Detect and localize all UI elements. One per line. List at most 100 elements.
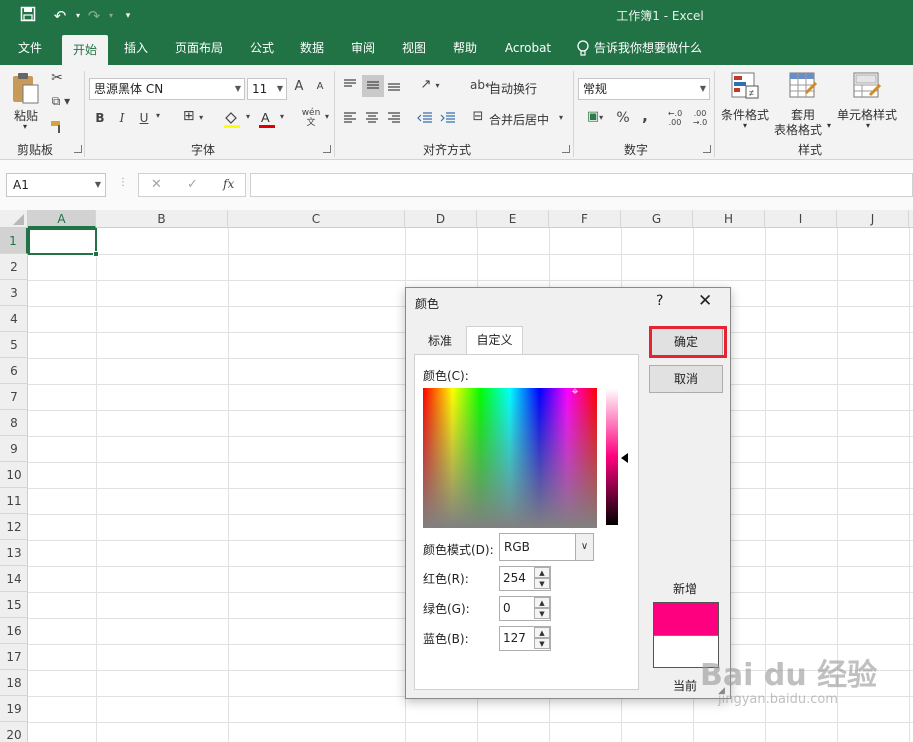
shrink-font-icon[interactable]: A xyxy=(314,81,326,92)
tab-help[interactable]: 帮助 xyxy=(445,33,485,65)
row-header[interactable]: 8 xyxy=(0,410,28,436)
color-spectrum[interactable] xyxy=(423,388,597,528)
row-header[interactable]: 20 xyxy=(0,722,28,742)
paste-icon[interactable] xyxy=(10,71,40,105)
spin-down-icon[interactable]: ▼ xyxy=(534,578,550,589)
number-format-combo[interactable]: 常规 ▼ xyxy=(578,78,710,100)
column-header[interactable]: I xyxy=(765,210,837,228)
column-header[interactable]: D xyxy=(405,210,477,228)
clipboard-launcher-icon[interactable] xyxy=(74,145,82,153)
paste-dropdown-icon[interactable]: ▾ xyxy=(20,122,30,131)
blue-spinner[interactable]: ▲ ▼ xyxy=(534,627,550,650)
grow-font-icon[interactable]: A xyxy=(292,79,306,94)
italic-button[interactable]: I xyxy=(116,111,128,125)
select-all-button[interactable] xyxy=(0,210,28,228)
enter-formula-icon[interactable]: ✓ xyxy=(187,177,198,192)
column-header[interactable]: C xyxy=(228,210,405,228)
underline-dropdown-icon[interactable]: ▾ xyxy=(153,111,163,120)
cancel-formula-icon[interactable]: ✕ xyxy=(151,177,162,192)
row-header[interactable]: 5 xyxy=(0,332,28,358)
font-color-dropdown-icon[interactable]: ▾ xyxy=(277,112,287,121)
row-header[interactable]: 6 xyxy=(0,358,28,384)
underline-button[interactable]: U xyxy=(138,111,150,125)
font-color-icon[interactable]: A xyxy=(257,109,277,129)
merge-center-button[interactable]: 合并后居中 xyxy=(489,111,551,128)
row-header[interactable]: 10 xyxy=(0,462,28,488)
spin-up-icon[interactable]: ▲ xyxy=(534,597,550,608)
row-header[interactable]: 16 xyxy=(0,618,28,644)
format-as-table-button[interactable]: 表格格式 xyxy=(770,121,826,138)
row-header[interactable]: 1 xyxy=(0,228,28,254)
tab-view[interactable]: 视图 xyxy=(394,33,434,65)
align-left-icon[interactable] xyxy=(343,111,357,125)
comma-button[interactable]: , xyxy=(639,107,651,125)
orientation-icon[interactable]: ↗ ▾ xyxy=(416,77,444,92)
phonetic-guide-icon[interactable]: wén 文 xyxy=(300,108,322,128)
decrease-indent-icon[interactable] xyxy=(417,111,433,125)
spin-down-icon[interactable]: ▼ xyxy=(534,638,550,649)
spin-down-icon[interactable]: ▼ xyxy=(534,608,550,619)
tab-custom[interactable]: 自定义 xyxy=(466,326,523,355)
red-spinner[interactable]: ▲ ▼ xyxy=(534,567,550,590)
row-header[interactable]: 12 xyxy=(0,514,28,540)
luminance-arrow-icon[interactable] xyxy=(621,453,628,463)
font-size-combo[interactable]: 11 ▼ xyxy=(247,78,287,100)
alignment-launcher-icon[interactable] xyxy=(562,145,570,153)
column-header[interactable]: J xyxy=(837,210,909,228)
tab-acrobat[interactable]: Acrobat xyxy=(498,33,558,65)
fill-handle[interactable] xyxy=(93,251,99,257)
format-painter-icon[interactable] xyxy=(49,119,67,135)
green-spinner[interactable]: ▲ ▼ xyxy=(534,597,550,620)
name-box[interactable]: A1 ▼ xyxy=(6,173,106,197)
chevron-down-icon[interactable]: ∨ xyxy=(575,533,594,561)
decrease-decimal-icon[interactable]: .00 →.0 xyxy=(689,109,711,127)
merge-dropdown-icon[interactable]: ▾ xyxy=(556,113,566,122)
currency-icon[interactable]: ▣▾ xyxy=(581,109,609,124)
save-icon[interactable] xyxy=(18,6,38,26)
borders-icon[interactable]: ⊞ ▾ xyxy=(178,108,208,124)
fill-color-dropdown-icon[interactable]: ▾ xyxy=(243,112,253,121)
column-header[interactable]: E xyxy=(477,210,549,228)
row-header[interactable]: 2 xyxy=(0,254,28,280)
fill-color-icon[interactable] xyxy=(222,109,242,129)
cell-styles-icon[interactable] xyxy=(852,71,882,101)
help-icon[interactable]: ? xyxy=(656,293,663,309)
wrap-text-icon[interactable]: ab↵ xyxy=(470,78,495,92)
merge-center-icon[interactable]: ⊟ xyxy=(470,109,486,124)
align-bottom-icon[interactable] xyxy=(387,78,401,92)
cancel-button[interactable]: 取消 xyxy=(649,365,723,393)
conditional-dropdown-icon[interactable]: ▾ xyxy=(740,121,750,130)
wrap-text-button[interactable]: 自动换行 xyxy=(489,80,549,97)
copy-icon[interactable]: ⧉ ▾ xyxy=(48,94,74,112)
spin-up-icon[interactable]: ▲ xyxy=(534,567,550,578)
column-header[interactable]: A xyxy=(28,210,96,228)
table-dropdown-icon[interactable]: ▾ xyxy=(825,121,833,130)
undo-icon[interactable]: ↶ xyxy=(50,6,70,26)
format-as-table-icon[interactable] xyxy=(788,71,818,101)
align-center-icon[interactable] xyxy=(365,111,379,125)
tab-review[interactable]: 审阅 xyxy=(343,33,383,65)
row-header[interactable]: 14 xyxy=(0,566,28,592)
row-header[interactable]: 17 xyxy=(0,644,28,670)
phonetic-dropdown-icon[interactable]: ▾ xyxy=(322,112,332,121)
align-right-icon[interactable] xyxy=(387,111,401,125)
column-header[interactable]: B xyxy=(96,210,228,228)
row-header[interactable]: 11 xyxy=(0,488,28,514)
align-top-icon[interactable] xyxy=(343,78,357,92)
insert-function-icon[interactable]: fx xyxy=(223,177,234,191)
tab-file[interactable]: 文件 xyxy=(8,33,52,65)
tab-page-layout[interactable]: 页面布局 xyxy=(166,33,232,65)
row-header[interactable]: 13 xyxy=(0,540,28,566)
tab-home[interactable]: 开始 xyxy=(62,35,108,65)
spin-up-icon[interactable]: ▲ xyxy=(534,627,550,638)
row-header[interactable]: 18 xyxy=(0,670,28,696)
column-header[interactable]: F xyxy=(549,210,621,228)
close-icon[interactable]: ✕ xyxy=(698,291,712,311)
row-header[interactable]: 9 xyxy=(0,436,28,462)
formula-input[interactable] xyxy=(250,173,913,197)
luminance-slider[interactable] xyxy=(606,388,618,525)
tell-me-search[interactable]: 告诉我你想要做什么 xyxy=(594,33,710,65)
tab-formulas[interactable]: 公式 xyxy=(242,33,282,65)
row-header[interactable]: 7 xyxy=(0,384,28,410)
row-header[interactable]: 15 xyxy=(0,592,28,618)
